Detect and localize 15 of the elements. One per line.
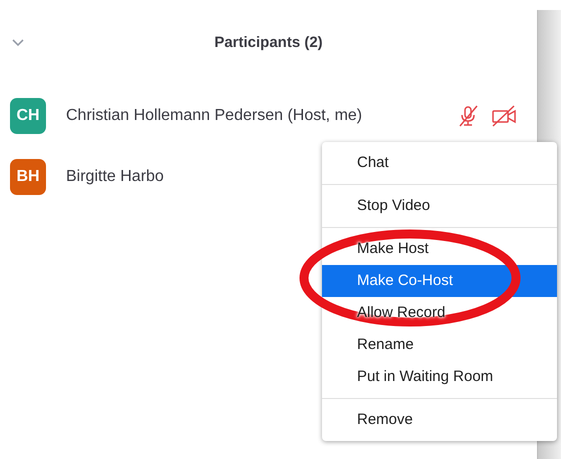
muted-microphone-icon[interactable] bbox=[457, 104, 479, 126]
participant-name: Birgitte Harbo bbox=[66, 166, 164, 186]
menu-item[interactable]: Put in Waiting Room bbox=[322, 361, 557, 393]
menu-item[interactable]: Remove bbox=[322, 404, 557, 436]
menu-item[interactable]: Stop Video bbox=[322, 190, 557, 222]
avatar: CH bbox=[10, 98, 46, 134]
participant-name: Christian Hollemann Pedersen (Host, me) bbox=[66, 106, 362, 126]
menu-item[interactable]: Rename bbox=[322, 329, 557, 361]
video-off-icon[interactable] bbox=[491, 104, 517, 126]
menu-item[interactable]: Make Host bbox=[322, 233, 557, 265]
menu-item[interactable]: Make Co-Host bbox=[322, 265, 557, 297]
collapse-icon[interactable] bbox=[12, 39, 24, 47]
panel-title: Participants (2) bbox=[214, 32, 323, 53]
avatar: BH bbox=[10, 158, 46, 194]
menu-item[interactable]: Chat bbox=[322, 147, 557, 179]
